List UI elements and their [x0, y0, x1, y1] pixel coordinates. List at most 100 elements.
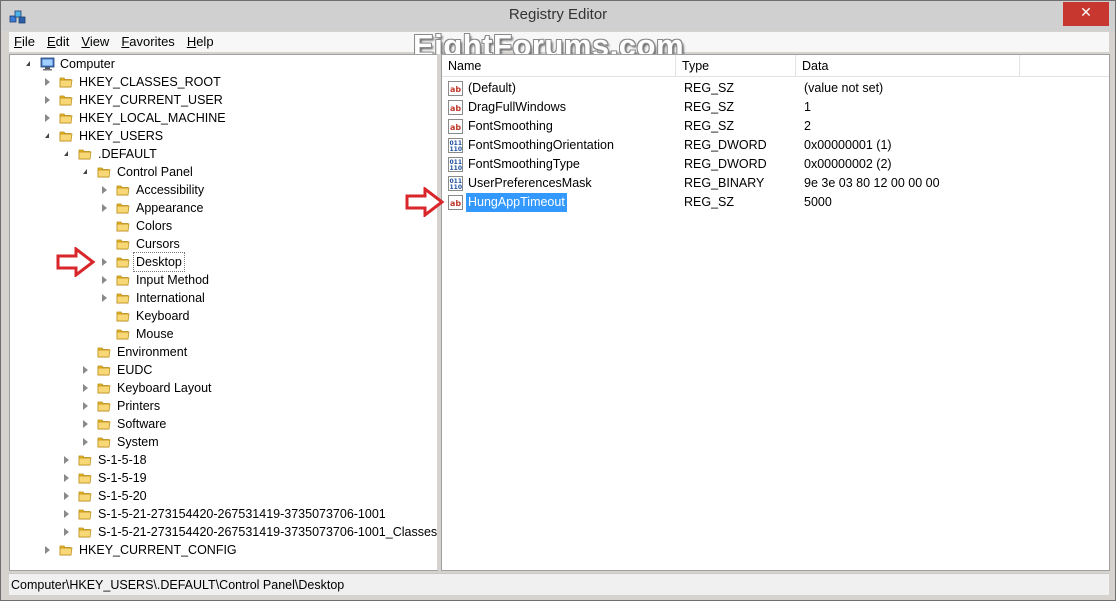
- menu-item-favorites[interactable]: Favorites: [116, 32, 179, 52]
- value-row[interactable]: 011 110 UserPreferencesMask REG_BINARY 9e 3e…: [442, 174, 1109, 193]
- tree-node-label: Mouse: [136, 327, 174, 341]
- tree-node[interactable]: S-1-5-19: [10, 469, 437, 487]
- value-row[interactable]: ab (Default) REG_SZ (value not set): [442, 79, 1109, 98]
- column-header-name[interactable]: Name: [442, 55, 676, 77]
- tree-node-label: Appearance: [136, 201, 204, 215]
- tree-node[interactable]: S-1-5-20: [10, 487, 437, 505]
- expand-arrow-icon[interactable]: [102, 204, 107, 212]
- key-tree-pane[interactable]: Computer HKEY_CLASSES_ROOT HKEY_CURRENT_US…: [9, 54, 438, 571]
- expand-arrow-icon[interactable]: [64, 456, 69, 464]
- menu-item-label: dit: [55, 34, 70, 49]
- values-list-pane[interactable]: Name Type Data ab (Default) REG_SZ (value n…: [441, 54, 1110, 571]
- value-row[interactable]: ab HungAppTimeout REG_SZ 5000: [442, 193, 1109, 212]
- svg-text:ab: ab: [450, 199, 461, 208]
- tree-node-label: Accessibility: [136, 183, 205, 197]
- folder-icon: [97, 399, 111, 413]
- expand-arrow-icon[interactable]: [102, 186, 107, 194]
- string-value-icon: ab: [448, 81, 463, 96]
- binary-value-icon: 011 110: [448, 157, 463, 172]
- expand-arrow-icon[interactable]: [83, 438, 88, 446]
- tree-node[interactable]: Environment: [10, 343, 437, 361]
- tree-node[interactable]: Accessibility: [10, 181, 437, 199]
- svg-text:ab: ab: [450, 104, 461, 113]
- tree-node[interactable]: Appearance: [10, 199, 437, 217]
- value-name: HungAppTimeout: [466, 193, 567, 212]
- menu-item-label: avorites: [129, 34, 175, 49]
- folder-icon: [116, 255, 130, 269]
- tree-node[interactable]: International: [10, 289, 437, 307]
- tree-node[interactable]: Keyboard Layout: [10, 379, 437, 397]
- value-type: REG_DWORD: [684, 157, 767, 171]
- expand-arrow-icon[interactable]: [45, 546, 50, 554]
- menu-item-file[interactable]: File: [9, 32, 40, 52]
- expand-arrow-icon[interactable]: [64, 528, 69, 536]
- expand-arrow-icon[interactable]: [45, 114, 50, 122]
- collapse-arrow-icon[interactable]: [83, 169, 87, 174]
- close-button[interactable]: ✕: [1063, 2, 1109, 26]
- expand-arrow-icon[interactable]: [64, 510, 69, 518]
- expand-arrow-icon[interactable]: [83, 384, 88, 392]
- collapse-arrow-icon[interactable]: [26, 61, 30, 66]
- column-header-filler: [1020, 55, 1109, 77]
- expand-arrow-icon[interactable]: [45, 96, 50, 104]
- value-row[interactable]: 011 110 FontSmoothingType REG_DWORD 0x000000…: [442, 155, 1109, 174]
- expand-arrow-icon[interactable]: [64, 474, 69, 482]
- value-row[interactable]: ab FontSmoothing REG_SZ 2: [442, 117, 1109, 136]
- tree-node[interactable]: Colors: [10, 217, 437, 235]
- tree-node-label: Environment: [117, 345, 188, 359]
- expand-arrow-icon[interactable]: [64, 492, 69, 500]
- tree-node[interactable]: .DEFAULT: [10, 145, 437, 163]
- value-row[interactable]: 011 110 FontSmoothingOrientation REG_DWORD 0…: [442, 136, 1109, 155]
- expand-arrow-icon[interactable]: [102, 276, 107, 284]
- title-bar[interactable]: Registry Editor ✕: [1, 1, 1115, 31]
- tree-node-label: Software: [117, 417, 167, 431]
- tree-node[interactable]: Control Panel: [10, 163, 437, 181]
- tree-node[interactable]: HKEY_CLASSES_ROOT: [10, 73, 437, 91]
- folder-icon: [78, 471, 92, 485]
- tree-node[interactable]: HKEY_LOCAL_MACHINE: [10, 109, 437, 127]
- folder-icon: [97, 345, 111, 359]
- column-header-data[interactable]: Data: [796, 55, 1020, 77]
- value-type: REG_SZ: [684, 119, 735, 133]
- tree-node-label: Control Panel: [117, 165, 193, 179]
- menu-item-view[interactable]: View: [76, 32, 114, 52]
- tree-node[interactable]: Mouse: [10, 325, 437, 343]
- column-header-type[interactable]: Type: [676, 55, 796, 77]
- tree-node[interactable]: S-1-5-18: [10, 451, 437, 469]
- value-name: FontSmoothing: [468, 119, 553, 133]
- window-title: Registry Editor: [508, 6, 608, 23]
- tree-node[interactable]: HKEY_CURRENT_USER: [10, 91, 437, 109]
- folder-icon: [78, 507, 92, 521]
- string-value-icon: ab: [448, 100, 463, 115]
- value-data: 1: [804, 100, 811, 114]
- tree-node[interactable]: Printers: [10, 397, 437, 415]
- expand-arrow-icon[interactable]: [83, 420, 88, 428]
- expand-arrow-icon[interactable]: [45, 78, 50, 86]
- tree-node[interactable]: S-1-5-21-273154420-267531419-3735073706-…: [10, 523, 437, 541]
- folder-icon: [59, 111, 73, 125]
- expand-arrow-icon[interactable]: [83, 366, 88, 374]
- folder-icon: [116, 273, 130, 287]
- tree-node[interactable]: S-1-5-21-273154420-267531419-3735073706-…: [10, 505, 437, 523]
- value-row[interactable]: ab DragFullWindows REG_SZ 1: [442, 98, 1109, 117]
- menu-item-mnemonic: V: [81, 34, 90, 49]
- tree-node[interactable]: Computer: [10, 55, 437, 73]
- tree-node[interactable]: Keyboard: [10, 307, 437, 325]
- expand-arrow-icon[interactable]: [102, 258, 107, 266]
- menu-item-help[interactable]: Help: [182, 32, 219, 52]
- string-value-icon: ab: [448, 195, 463, 210]
- tree-node[interactable]: EUDC: [10, 361, 437, 379]
- expand-arrow-icon[interactable]: [83, 402, 88, 410]
- tree-node[interactable]: HKEY_CURRENT_CONFIG: [10, 541, 437, 559]
- tree-node[interactable]: HKEY_USERS: [10, 127, 437, 145]
- collapse-arrow-icon[interactable]: [64, 151, 68, 156]
- folder-icon: [59, 543, 73, 557]
- tree-node[interactable]: Software: [10, 415, 437, 433]
- menu-item-edit[interactable]: Edit: [42, 32, 74, 52]
- tree-node[interactable]: System: [10, 433, 437, 451]
- tree-node-label: S-1-5-19: [98, 471, 147, 485]
- collapse-arrow-icon[interactable]: [45, 133, 49, 138]
- expand-arrow-icon[interactable]: [102, 294, 107, 302]
- value-data: 5000: [804, 195, 832, 209]
- tree-node-label: Keyboard Layout: [117, 381, 212, 395]
